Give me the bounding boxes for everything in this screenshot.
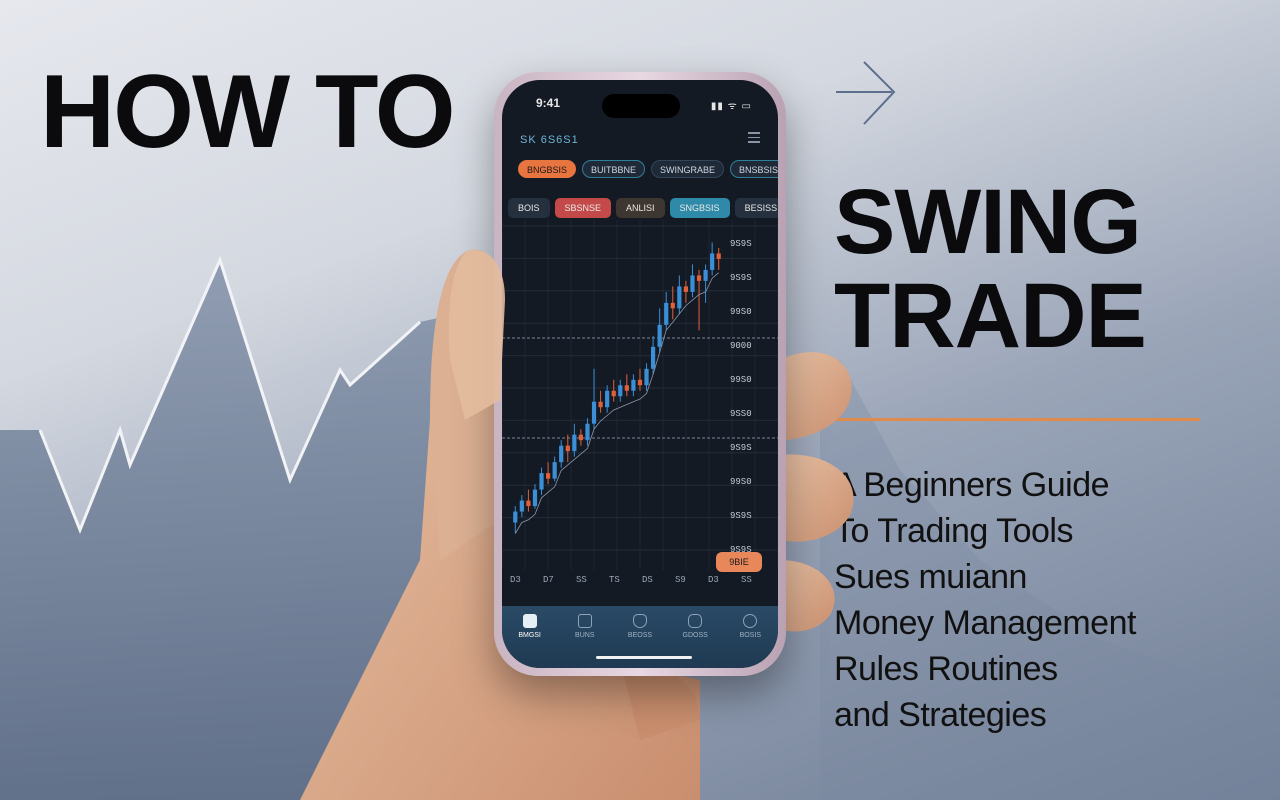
profile-icon <box>743 614 758 628</box>
price-axis-label: 99S0 <box>730 307 752 317</box>
candle-body <box>624 385 629 391</box>
candle-body <box>710 253 715 270</box>
candle-body <box>526 500 531 507</box>
nav-list[interactable]: BUNS <box>563 614 607 668</box>
date-axis-label: DS <box>642 575 653 585</box>
date-axis-label: D7 <box>543 575 554 585</box>
candle-body <box>598 401 603 408</box>
price-axis-label: 99S0 <box>730 375 752 385</box>
date-axis-label: D3 <box>510 575 521 585</box>
candlestick-chart[interactable]: 9S9S9S9S99S0900099S09SS09S9S99S09S9S9S9S… <box>502 220 778 592</box>
nav-chat[interactable]: GDOSS <box>673 614 717 668</box>
tab[interactable]: ANLISI <box>616 198 665 218</box>
candle-body <box>677 286 682 309</box>
date-axis-label: TS <box>609 575 620 585</box>
candle-body <box>605 390 610 408</box>
price-axis-label: 9S9S <box>730 443 752 453</box>
tab[interactable]: BOIS <box>508 198 550 218</box>
candle-body <box>716 253 721 259</box>
tab[interactable]: SNGBSIS <box>669 198 730 218</box>
nav-label: GDOSS <box>682 632 708 639</box>
candle-body <box>703 269 708 281</box>
candle-body <box>552 462 557 479</box>
candle-body <box>690 275 695 292</box>
tab[interactable]: SBSNSE <box>554 198 612 218</box>
nav-label: BEOSS <box>627 632 653 639</box>
date-axis-label: S9 <box>675 575 686 585</box>
chip[interactable]: BUITBBNE <box>582 160 646 178</box>
candle-body <box>532 489 538 507</box>
chip[interactable]: BNSBSIS <box>730 160 778 178</box>
date-axis-label: SS <box>576 575 587 585</box>
smartphone: 9:41 ▮▮ ᯤ ▭ SK 6S6S1 BNGBSIS BUITBBNE SW… <box>494 72 786 676</box>
shield-icon <box>632 614 647 628</box>
current-price-tag: 9BIE <box>716 552 762 572</box>
tab[interactable]: BESISS <box>734 198 778 218</box>
app-title: SK 6S6S1 <box>520 134 579 146</box>
price-axis-label: 9S9S <box>730 239 752 249</box>
price-axis-label: 9S9S <box>730 511 752 521</box>
candle-body <box>513 511 518 523</box>
home-icon <box>522 614 537 628</box>
date-axis-label: D3 <box>708 575 719 585</box>
candle-body <box>559 445 564 463</box>
candle-body <box>539 473 544 490</box>
chip[interactable]: BNGBSIS <box>518 160 577 178</box>
chat-icon <box>688 614 703 628</box>
candle-body <box>631 379 636 391</box>
nav-shield[interactable]: BEOSS <box>618 614 662 668</box>
status-time: 9:41 <box>536 96 561 110</box>
candle-body <box>637 379 643 386</box>
nav-home[interactable]: BMGSI <box>508 614 552 668</box>
candle-body <box>572 434 577 452</box>
candle-body <box>578 434 584 441</box>
home-indicator <box>596 656 692 659</box>
candle-body <box>644 368 649 386</box>
nav-label: BUNS <box>575 632 595 639</box>
candle-body <box>519 500 524 512</box>
list-icon <box>577 614 592 628</box>
candle-body <box>650 346 656 369</box>
price-axis-label: 9000 <box>730 341 752 351</box>
price-axis-label: 9SS0 <box>730 409 752 419</box>
candle-body <box>683 286 689 292</box>
candle-body <box>565 445 570 452</box>
dynamic-island <box>602 94 680 118</box>
chart-tabs: BOIS SBSNSE ANLISI SNGBSIS BESISS <box>508 198 778 218</box>
candle-body <box>545 473 551 479</box>
candle-body <box>664 302 669 325</box>
candle-body <box>657 324 662 347</box>
price-axis-label: 9S9S <box>730 273 752 283</box>
nav-label: BOSIS <box>739 632 762 639</box>
status-icons: ▮▮ ᯤ ▭ <box>710 101 752 112</box>
candle-body <box>585 423 590 441</box>
date-axis-label: SS <box>741 575 752 585</box>
candle-body <box>611 390 616 397</box>
nav-profile[interactable]: BOSIS <box>728 614 772 668</box>
filter-chips: BNGBSIS BUITBBNE SWINGRABE BNSBSIS <box>518 160 778 178</box>
price-axis-label: 99S0 <box>730 477 752 487</box>
candle-body <box>618 385 623 397</box>
menu-icon[interactable] <box>748 132 760 143</box>
candle-body <box>696 275 702 281</box>
phone-screen: 9:41 ▮▮ ᯤ ▭ SK 6S6S1 BNGBSIS BUITBBNE SW… <box>502 80 778 668</box>
chip[interactable]: SWINGRABE <box>651 160 725 178</box>
candle-body <box>591 401 597 424</box>
nav-label: BMGSI <box>518 632 541 639</box>
candle-body <box>670 302 675 309</box>
